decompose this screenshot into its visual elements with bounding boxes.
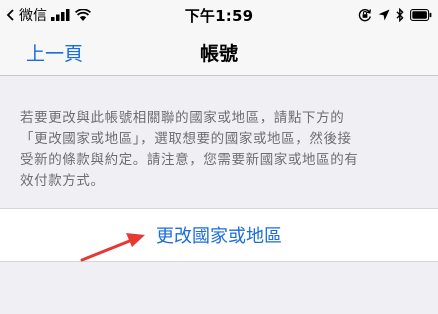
info-line: 若要更改與此帳號相關聯的國家或地區，請點下方的 (20, 110, 345, 126)
bluetooth-icon (396, 8, 404, 22)
page-title: 帳號 (199, 43, 238, 65)
navigation-bar: 上一頁 帳號 (0, 30, 438, 76)
battery-icon (410, 9, 432, 21)
info-line: 「更改國家或地區」，選取想要的國家或地區，然後接 (20, 131, 352, 147)
annotation-arrow-icon (80, 233, 145, 262)
status-right (358, 6, 432, 24)
rotation-lock-icon (358, 8, 371, 22)
status-bar: 微信 下午1:59 (0, 0, 438, 30)
info-line: 受新的條款與約定。請注意，您需要新國家或地區的有 (20, 152, 359, 168)
location-icon (378, 9, 390, 21)
change-country-cell[interactable]: 更改國家或地區 (0, 208, 438, 262)
info-line: 效付款方式。 (20, 173, 105, 189)
change-country-button[interactable]: 更改國家或地區 (0, 222, 438, 248)
info-text: 若要更改與此帳號相關聯的國家或地區，請點下方的 「更改國家或地區」，選取想要的國… (20, 108, 424, 192)
